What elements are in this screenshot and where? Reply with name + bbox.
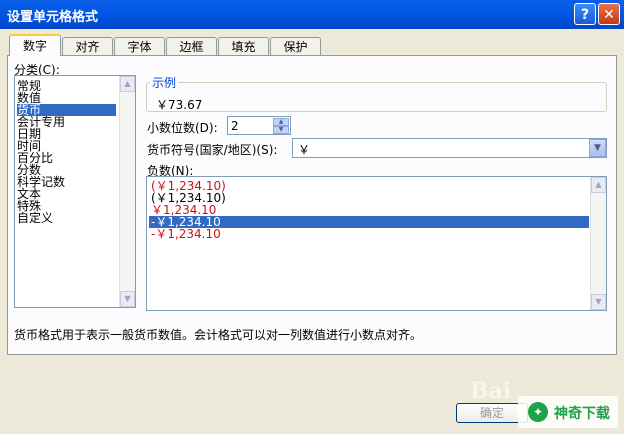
tab-number[interactable]: 数字 [9,34,61,56]
watermark-brand: 神奇下载 [554,406,610,422]
currency-value[interactable]: ￥ [298,141,310,158]
tab-fill[interactable]: 填充 [218,37,269,55]
chevron-down-icon[interactable]: ▼ [589,139,606,157]
list-item[interactable]: -￥1,234.10 [151,228,221,240]
up-arrow-icon[interactable]: ▲ [273,118,289,126]
sample-label: 示例 [150,74,179,91]
category-scrollbar[interactable]: ▲ ▼ [119,76,135,307]
negative-list[interactable]: (￥1,234.10) (￥1,234.10) ￥1,234.10 -￥1,23… [146,176,607,311]
format-description: 货币格式用于表示一般货币数值。会计格式可以对一列数值进行小数点对齐。 [14,328,423,342]
down-arrow-icon[interactable]: ▼ [273,126,289,134]
window-title: 设置单元格格式 [7,10,99,25]
currency-label: 货币符号(国家/地区)(S): [147,143,278,157]
scroll-down-icon[interactable]: ▼ [120,291,135,307]
title-bar: 设置单元格格式 ? ✕ [0,0,624,29]
currency-select[interactable]: ￥ ▼ [292,138,607,158]
tab-font[interactable]: 字体 [114,37,165,55]
close-button[interactable]: ✕ [598,3,620,25]
list-item[interactable]: 自定义 [17,212,53,224]
category-list[interactable]: 常规 数值 货币 会计专用 日期 时间 百分比 分数 科学记数 文本 特殊 自定… [14,75,136,308]
watermark-faint-text: Bai [470,378,512,404]
decimal-places-stepper[interactable]: 2 ▲ ▼ [227,116,291,135]
scroll-up-icon[interactable]: ▲ [120,76,135,92]
help-button[interactable]: ? [574,3,596,25]
scroll-up-icon[interactable]: ▲ [591,177,606,193]
tab-alignment[interactable]: 对齐 [62,37,113,55]
tab-border[interactable]: 边框 [166,37,217,55]
negative-scrollbar[interactable]: ▲ ▼ [590,177,606,310]
scroll-down-icon[interactable]: ▼ [591,294,606,310]
tab-protection[interactable]: 保护 [270,37,321,55]
sample-value: ￥73.67 [156,98,203,112]
decimal-label: 小数位数(D): [147,121,218,135]
sample-group [146,82,607,112]
download-logo-icon: ✦ [528,402,548,422]
watermark: ✦ 神奇下载 [518,396,618,428]
decimal-value[interactable]: 2 [231,119,239,133]
